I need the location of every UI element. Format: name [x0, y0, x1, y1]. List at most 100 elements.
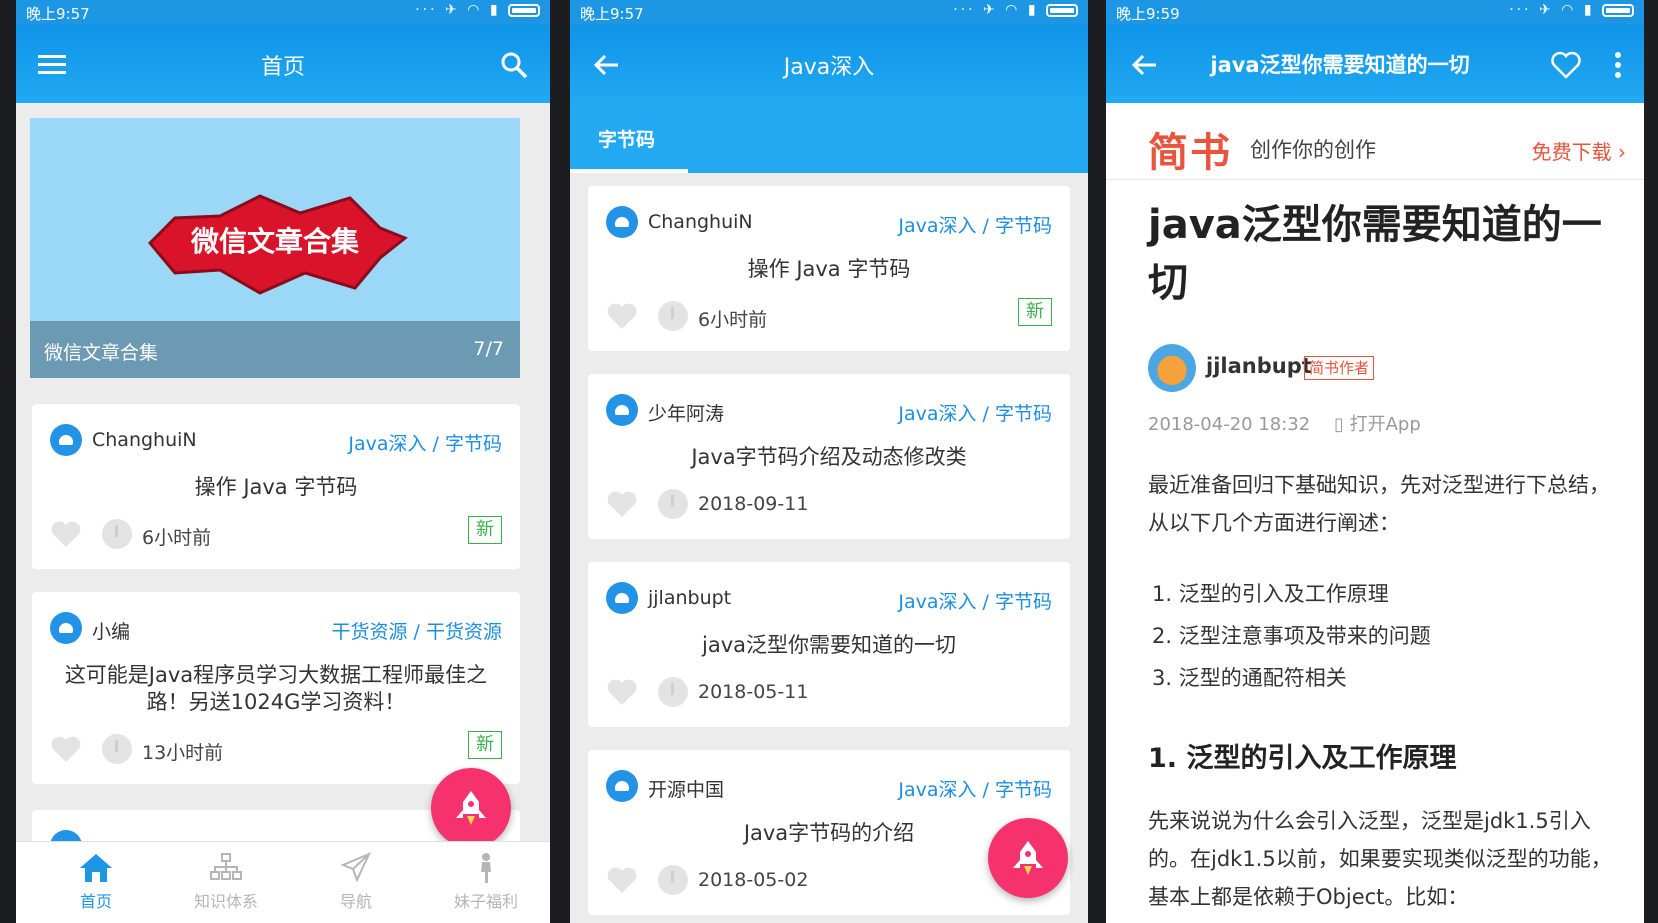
article-card[interactable]: jjlanbupt Java深入 / 字节码 java泛型你需要知道的一切 20… [588, 562, 1070, 727]
nav-knowledge[interactable]: 知识体系 [166, 852, 286, 912]
bottom-navigation: 首页 知识体系 导航 妹子福利 [16, 841, 550, 923]
card-time: 6小时前 [698, 309, 768, 331]
heart-icon[interactable] [50, 519, 82, 549]
article-meta: 2018-04-20 18:32 ▯ 打开App [1148, 410, 1421, 436]
paper-plane-icon [296, 852, 416, 888]
card-chapter-link[interactable]: Java深入 / 字节码 [898, 587, 1052, 614]
status-bar: 晚上9:57 ··· ✈ ◠ ▮ [16, 0, 550, 25]
nav-home-label: 首页 [79, 892, 112, 911]
card-time: 6小时前 [142, 527, 212, 549]
author-avatar [606, 582, 638, 614]
jianshu-promo-bar: 简书 创作你的创作 免费下载 › [1106, 118, 1644, 180]
new-badge: 新 [468, 516, 502, 544]
card-title: 操作 Java 字节码 [747, 257, 911, 281]
open-app-link[interactable]: ▯ 打开App [1334, 414, 1421, 435]
toolbar-title: java泛型你需要知道的一切 [1210, 53, 1470, 77]
banner-carousel[interactable]: 微信文章合集 微信文章合集 7/7 [30, 118, 520, 378]
chapter-screen: 晚上9:57 ··· ✈ ◠ ▮ Java深入 字节码 ChanghuiN Ja… [570, 0, 1088, 923]
article-title: java泛型你需要知道的一切 [1148, 202, 1602, 306]
article-date: 2018-04-20 18:32 [1148, 414, 1311, 435]
clock-icon [102, 734, 132, 764]
intro-paragraph: 最近准备回归下基础知识，先对泛型进行下总结，从以下几个方面进行阐述： [1148, 473, 1610, 535]
heart-icon[interactable] [606, 301, 638, 331]
card-author: 少年阿涛 [648, 403, 725, 425]
toolbar-title: 首页 [260, 55, 305, 80]
home-screen: 晚上9:57 ··· ✈ ◠ ▮ 首页 微信文章合集 微信文章合集 7/7 Ch… [16, 0, 550, 923]
tab-indicator [570, 169, 688, 173]
new-badge: 新 [468, 731, 502, 759]
card-title: 操作 Java 字节码 [194, 475, 358, 499]
tab-bytecode[interactable]: 字节码 [598, 125, 655, 152]
heart-icon[interactable] [50, 734, 82, 764]
phone-icon: ▯ [1333, 414, 1344, 435]
hierarchy-icon [166, 852, 286, 888]
author-badge: 简书作者 [1304, 356, 1375, 380]
status-icons: ··· ✈ ◠ ▮ [415, 2, 540, 18]
clock-icon [658, 301, 688, 331]
article-card[interactable]: 小编 干货资源 / 干货资源 这可能是Java程序员学习大数据工程师最佳之路！另… [32, 592, 520, 784]
banner-caption-text: 微信文章合集 [44, 342, 159, 364]
back-arrow-icon[interactable] [1124, 45, 1164, 85]
card-time: 2018-05-02 [698, 869, 809, 891]
article-card[interactable]: ChanghuiN Java深入 / 字节码 操作 Java 字节码 6小时前 … [32, 404, 520, 569]
card-chapter-link[interactable]: Java深入 / 字节码 [898, 211, 1052, 238]
status-icons: ··· ✈ ◠ ▮ [1509, 2, 1634, 18]
article-screen: 晚上9:59 ··· ✈ ◠ ▮ java泛型你需要知道的一切 简书 创作你的创… [1106, 0, 1644, 923]
card-time: 2018-09-11 [698, 493, 809, 515]
battery-icon [1046, 3, 1078, 17]
heart-outline-icon[interactable] [1546, 45, 1586, 85]
list-item: 1. 泛型的引入及工作原理 [1152, 582, 1389, 606]
free-download-link[interactable]: 免费下载 › [1532, 136, 1626, 165]
battery-icon [508, 3, 540, 17]
status-time: 晚上9:57 [580, 5, 644, 23]
home-icon [36, 852, 156, 888]
status-bar: 晚上9:57 ··· ✈ ◠ ▮ [570, 0, 1088, 25]
section-heading: 1. 泛型的引入及工作原理 [1148, 743, 1457, 774]
status-time: 晚上9:59 [1116, 5, 1180, 23]
nav-home[interactable]: 首页 [36, 852, 156, 912]
nav-welfare[interactable]: 妹子福利 [426, 852, 546, 912]
card-chapter-link[interactable]: 干货资源 / 干货资源 [332, 617, 502, 644]
card-author: ChanghuiN [648, 211, 753, 233]
new-badge: 新 [1018, 298, 1052, 326]
nav-navigation-label: 导航 [339, 892, 372, 911]
scroll-top-fab[interactable] [431, 768, 511, 848]
status-icons: ··· ✈ ◠ ▮ [953, 2, 1078, 18]
card-title: Java字节码介绍及动态修改类 [691, 445, 967, 469]
search-icon[interactable] [494, 45, 534, 85]
list-item: 2. 泛型注意事项及带来的问题 [1152, 624, 1431, 648]
heart-icon[interactable] [606, 677, 638, 707]
author-avatar[interactable] [1148, 344, 1196, 392]
girl-icon [426, 852, 546, 888]
article-card[interactable]: ChanghuiN Java深入 / 字节码 操作 Java 字节码 6小时前 … [588, 186, 1070, 351]
card-title: java泛型你需要知道的一切 [702, 633, 956, 657]
list-item: 3. 泛型的通配符相关 [1152, 666, 1347, 690]
card-chapter-link[interactable]: Java深入 / 字节码 [348, 429, 502, 456]
promo-slogan: 创作你的创作 [1250, 138, 1376, 162]
app-toolbar: Java深入 [570, 25, 1088, 103]
scroll-top-fab[interactable] [988, 818, 1068, 898]
card-chapter-link[interactable]: Java深入 / 字节码 [898, 399, 1052, 426]
nav-knowledge-label: 知识体系 [193, 892, 258, 911]
open-app-label: 打开App [1349, 414, 1421, 435]
more-vert-icon[interactable] [1598, 45, 1638, 85]
clock-icon [658, 677, 688, 707]
status-bar: 晚上9:59 ··· ✈ ◠ ▮ [1106, 0, 1644, 25]
heart-icon[interactable] [606, 865, 638, 895]
clock-icon [658, 489, 688, 519]
card-time: 2018-05-11 [698, 681, 809, 703]
heart-icon[interactable] [606, 489, 638, 519]
battery-icon [1602, 3, 1634, 17]
author-name[interactable]: jjlanbupt [1206, 354, 1312, 378]
article-card[interactable]: 少年阿涛 Java深入 / 字节码 Java字节码介绍及动态修改类 2018-0… [588, 374, 1070, 539]
card-chapter-link[interactable]: Java深入 / 字节码 [898, 775, 1052, 802]
card-title: 这可能是Java程序员学习大数据工程师最佳之路！另送1024G学习资料！ [64, 663, 488, 714]
clock-icon [658, 865, 688, 895]
banner-caption: 微信文章合集 7/7 [30, 321, 520, 378]
card-author: ChanghuiN [92, 429, 197, 451]
card-author: 开源中国 [648, 779, 725, 801]
nav-welfare-label: 妹子福利 [453, 892, 518, 911]
author-avatar [606, 206, 638, 238]
toolbar-title: Java深入 [783, 55, 875, 80]
nav-navigation[interactable]: 导航 [296, 852, 416, 912]
